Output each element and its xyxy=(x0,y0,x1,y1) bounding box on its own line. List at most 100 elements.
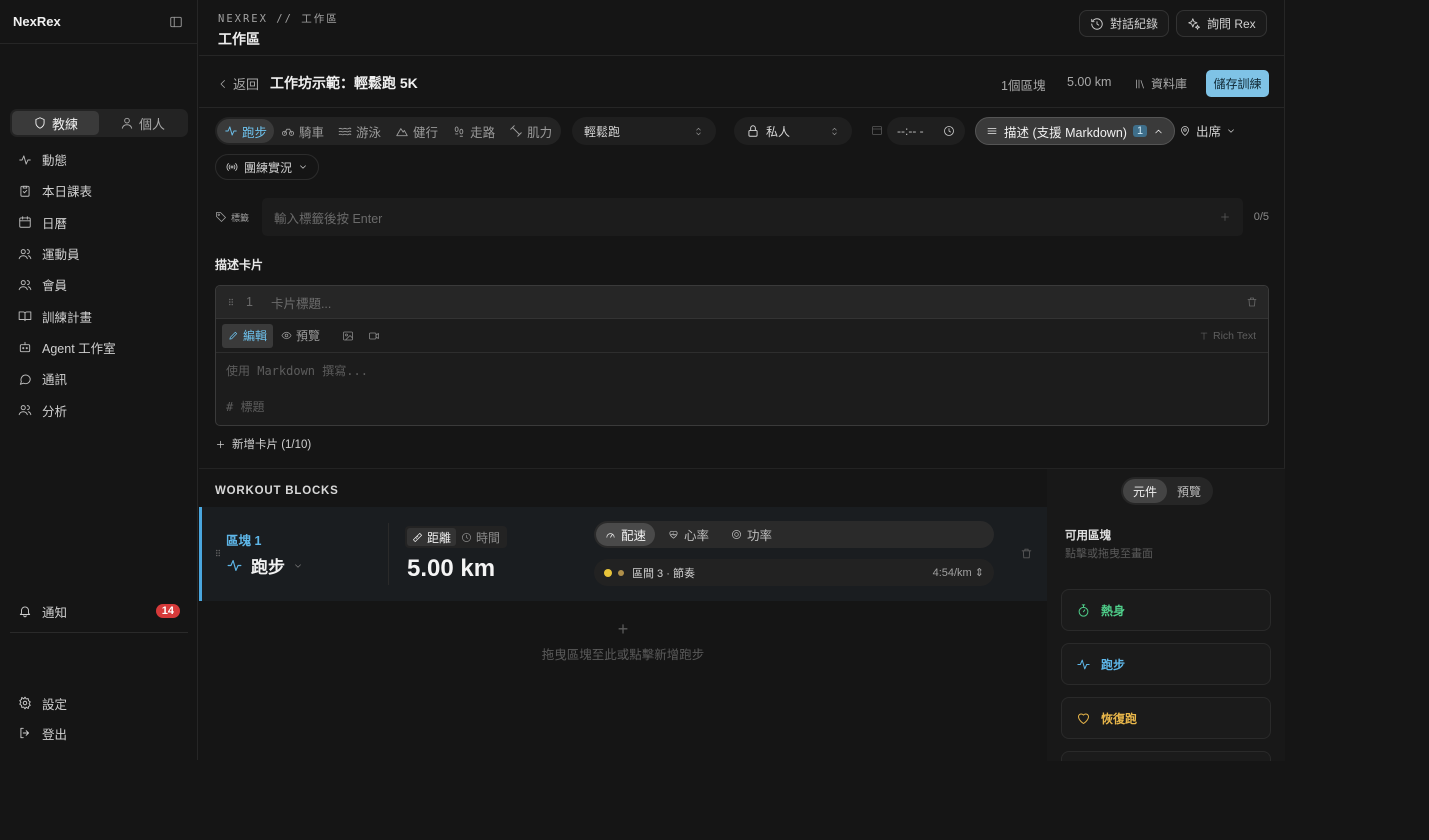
block-template-label: 恢復跑 xyxy=(1101,711,1138,726)
logout-icon xyxy=(20,727,29,739)
trash-icon[interactable] xyxy=(1246,296,1258,308)
mode-distance-tab[interactable]: 距離 xyxy=(407,528,457,546)
chevron-up-icon xyxy=(1155,129,1162,133)
time-input[interactable]: --:-- - xyxy=(887,117,965,145)
page-title: 工作區 xyxy=(218,31,260,47)
target-power-tab[interactable]: 功率 xyxy=(722,523,781,546)
attendance-label: 出席 xyxy=(1196,125,1222,139)
rich-text-toggle[interactable]: Rich Text xyxy=(1199,330,1262,342)
add-card-button[interactable]: 新增卡片 (1/10) xyxy=(215,436,311,452)
sidebar-item-analytics[interactable]: 分析 xyxy=(10,394,188,425)
markdown-placeholder-line1: 使用 Markdown 撰寫... xyxy=(226,364,368,378)
sport-label: 游泳 xyxy=(356,125,382,140)
drag-handle-icon[interactable] xyxy=(213,547,223,559)
trash-icon[interactable] xyxy=(1020,547,1033,560)
gauge-icon xyxy=(606,533,615,538)
video-icon[interactable] xyxy=(368,330,380,342)
block-template-label: 跑步 xyxy=(1101,657,1126,672)
plus-icon[interactable] xyxy=(1219,211,1231,223)
mode-time-tab[interactable]: 時間 xyxy=(456,528,505,546)
available-blocks-title: 可用區塊 xyxy=(1065,530,1111,542)
sport-walk-tab[interactable]: 走路 xyxy=(445,119,502,143)
sidebar-item-feed[interactable]: 動態 xyxy=(10,144,188,175)
description-toggle-button[interactable]: 描述 (支援 Markdown) 1 xyxy=(975,117,1176,145)
block-template-run[interactable]: 跑步 xyxy=(1061,643,1271,685)
desc-cards-title: 描述卡片 xyxy=(215,258,264,272)
brand-logo[interactable]: NexRex xyxy=(13,14,61,29)
back-label: 返回 xyxy=(233,77,260,92)
available-blocks-hint: 點擊或拖曳至畫面 xyxy=(1065,548,1153,560)
sport-bike-tab[interactable]: 騎車 xyxy=(274,119,331,143)
visibility-select[interactable]: 私人 xyxy=(734,117,852,145)
sidebar-item-plans[interactable]: 訓練計畫 xyxy=(10,300,188,331)
role-coach-tab[interactable]: 教練 xyxy=(12,111,99,135)
library-label: 資料庫 xyxy=(1151,77,1188,91)
edit-tab[interactable]: 編輯 xyxy=(222,323,274,348)
bot-icon xyxy=(19,342,31,353)
role-coach-label: 教練 xyxy=(51,116,78,132)
block-distance-value[interactable]: 5.00 km xyxy=(407,555,495,583)
back-button[interactable]: 返回 xyxy=(217,74,259,93)
sport-run-tab[interactable]: 跑步 xyxy=(217,119,275,143)
sidebar-item-today[interactable]: 本日課表 xyxy=(10,175,188,206)
sidebar-item-logout[interactable]: 登出 xyxy=(10,720,188,746)
bike-icon xyxy=(282,128,295,136)
tab-preview[interactable]: 預覽 xyxy=(1167,479,1211,503)
sidebar-header: NexRex xyxy=(0,0,197,44)
block-template-warmup[interactable]: 熱身 xyxy=(1061,589,1271,631)
tab-components[interactable]: 元件 xyxy=(1123,479,1167,503)
group-live-dropdown[interactable]: 團練實況 xyxy=(215,154,320,180)
sport-swim-tab[interactable]: 游泳 xyxy=(331,119,388,143)
attendance-dropdown[interactable]: 出席 xyxy=(1179,121,1236,140)
markdown-placeholder-line2: # 標題 xyxy=(226,400,265,414)
sport-hike-tab[interactable]: 健行 xyxy=(388,119,445,143)
image-icon[interactable] xyxy=(342,330,354,342)
sidebar-item-settings[interactable]: 設定 xyxy=(10,690,188,716)
save-workout-button[interactable]: 儲存訓練 xyxy=(1206,70,1269,97)
card-index: 1 xyxy=(246,295,253,309)
sidebar-item-notifications[interactable]: 通知 14 xyxy=(10,598,188,624)
sidebar-toggle-icon[interactable] xyxy=(169,15,183,29)
markdown-editor[interactable]: 使用 Markdown 撰寫... # 標題 xyxy=(216,353,1268,425)
sidebar-item-label: Agent 工作室 xyxy=(42,341,116,356)
workout-type-select[interactable]: 輕鬆跑 xyxy=(572,117,716,145)
sport-label: 健行 xyxy=(413,125,439,140)
block-template-recovery[interactable]: 恢復跑 xyxy=(1061,697,1271,739)
chat-icon xyxy=(19,374,31,385)
breadcrumb: NEXREX // 工作區 xyxy=(218,13,339,25)
workout-block[interactable]: 區塊 1 跑步 距離 時間 5.00 km 配速 心率 功率 區間 3 · 節奏… xyxy=(199,507,1047,601)
sport-label: 走路 xyxy=(470,125,496,140)
block-sport-select[interactable]: 跑步 xyxy=(226,553,303,578)
mountain-icon xyxy=(396,128,408,137)
sidebar-item-agent-studio[interactable]: Agent 工作室 xyxy=(10,332,188,363)
ask-rex-button[interactable]: 詢問 Rex xyxy=(1176,10,1267,37)
preview-tab[interactable]: 預覽 xyxy=(281,327,320,344)
gear-icon xyxy=(19,696,31,710)
sport-label: 跑步 xyxy=(242,125,268,140)
drag-handle-icon[interactable] xyxy=(226,297,236,307)
sidebar-item-messages[interactable]: 通訊 xyxy=(10,363,188,394)
target-heartrate-tab[interactable]: 心率 xyxy=(659,523,718,546)
library-button[interactable]: 資料庫 xyxy=(1134,75,1187,92)
book-icon xyxy=(18,311,32,322)
pace-zone-select[interactable]: 區間 3 · 節奏 4:54/km ⇕ xyxy=(594,559,994,586)
main-workspace: NEXREX // 工作區 工作區 對話紀錄 詢問 Rex 返回 工作坊示範：輕… xyxy=(199,0,1285,761)
sport-strength-tab[interactable]: 肌力 xyxy=(502,119,559,143)
edit-tab-label: 編輯 xyxy=(243,329,268,343)
sidebar-item-calendar[interactable]: 日曆 xyxy=(10,207,188,238)
tag-input[interactable]: 輸入標籤後按 Enter xyxy=(262,198,1243,236)
activity-icon xyxy=(227,559,242,572)
sidebar-item-members[interactable]: 會員 xyxy=(10,269,188,300)
tag-count: 0/5 xyxy=(1253,211,1269,223)
description-count-badge: 1 xyxy=(1132,125,1148,137)
card-title-input[interactable]: 卡片標題... xyxy=(271,293,331,312)
workout-canvas: WORKOUT BLOCKS 區塊 1 跑步 距離 時間 5.00 km 配速 … xyxy=(199,469,1047,761)
clock-icon xyxy=(943,125,955,137)
sidebar-item-athletes[interactable]: 運動員 xyxy=(10,238,188,269)
target-pace-tab[interactable]: 配速 xyxy=(596,523,656,546)
chat-history-button[interactable]: 對話紀錄 xyxy=(1079,10,1170,37)
mode-time-label: 時間 xyxy=(476,530,501,545)
drop-zone[interactable]: + 拖曳區塊至此或點擊新增跑步 xyxy=(199,619,1047,663)
pencil-icon xyxy=(229,331,238,340)
role-personal-tab[interactable]: 個人 xyxy=(99,111,186,135)
